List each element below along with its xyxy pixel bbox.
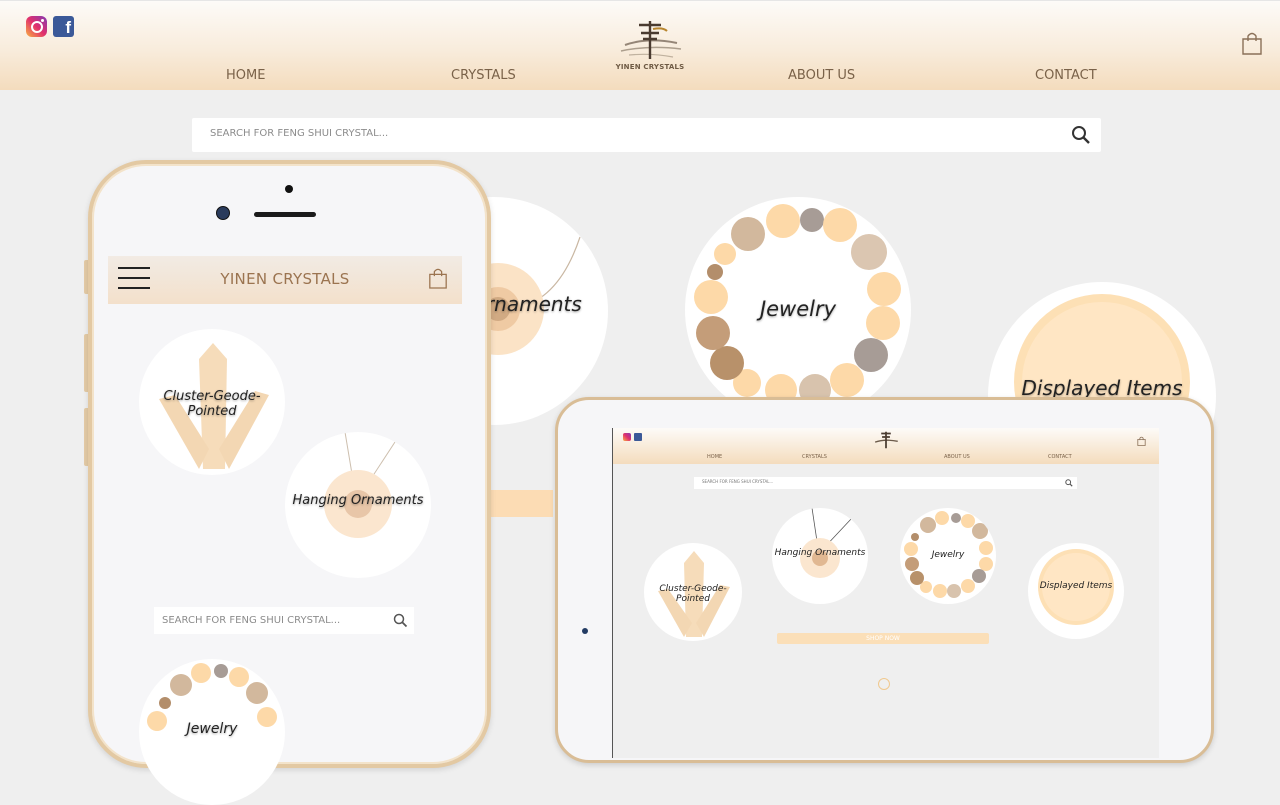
category-label: Jewelry [759,297,837,321]
tablet-mockup: HOME CRYSTALS ABOUT US CONTACT Cluster-G… [555,397,1214,763]
tablet-nav-crystals[interactable]: CRYSTALS [802,454,827,460]
nav-crystals[interactable]: CRYSTALS [451,68,516,83]
phone-mockup: YINEN CRYSTALS Cluster-Geode-Pointed Han… [88,160,491,805]
tablet-search-input[interactable] [700,478,1044,485]
tablet-screen: HOME CRYSTALS ABOUT US CONTACT Cluster-G… [612,428,1159,758]
phone-speaker [254,212,316,217]
category-label: Cluster-Geode-Pointed [659,584,727,604]
facebook-icon[interactable] [634,433,642,441]
logo-mark-icon [620,21,682,59]
cart-icon[interactable] [1241,31,1263,59]
tablet-nav-home[interactable]: HOME [707,454,722,460]
phone-sensor [285,185,293,193]
tablet-category-cluster[interactable]: Cluster-Geode-Pointed [644,543,742,641]
shop-now-button[interactable]: SHOP NOW [777,633,989,644]
mobile-search-bar [154,607,414,634]
tablet-nav-about-us[interactable]: ABOUT US [944,454,970,460]
search-icon[interactable] [393,613,408,632]
mobile-category-cluster[interactable]: Cluster-Geode-Pointed [139,329,285,475]
tablet-category-displayed-items[interactable]: Displayed Items [1028,543,1124,639]
search-icon[interactable] [1065,479,1073,487]
category-label: Hanging Ornaments [292,493,424,508]
tablet-category-hanging[interactable]: Hanging Ornaments [772,508,868,604]
nav-about-us[interactable]: ABOUT US [788,68,855,83]
scroll-down-icon[interactable] [878,678,890,690]
mobile-search-input[interactable] [160,614,384,627]
category-label: Hanging Ornaments [774,548,866,558]
category-label: Displayed Items [1039,581,1113,591]
search-bar [192,118,1101,152]
instagram-icon[interactable] [623,433,631,441]
mobile-category-jewelry[interactable]: Jewelry [139,659,285,805]
category-label: Jewelry [931,550,965,560]
tablet-category-jewelry[interactable]: Jewelry [900,508,996,604]
category-jewelry[interactable]: Jewelry [685,197,911,423]
cart-icon[interactable] [1137,436,1146,446]
displayed-items-image [1038,549,1114,625]
mobile-category-hanging[interactable]: Hanging Ornaments [285,432,431,578]
category-label: Cluster-Geode-Pointed [163,389,261,419]
tablet-site-header: HOME CRYSTALS ABOUT US CONTACT [613,428,1159,464]
social-links: f [26,16,74,37]
category-label: Jewelry [186,721,238,737]
cart-icon[interactable] [428,267,448,293]
site-header: f YINEN CRYSTALS HOME CRYSTALS ABOUT US … [0,0,1280,90]
instagram-icon[interactable] [26,16,47,37]
site-logo[interactable]: YINEN CRYSTALS [615,17,685,71]
search-input[interactable] [208,127,1032,140]
tablet-nav-contact[interactable]: CONTACT [1048,454,1072,460]
facebook-icon[interactable]: f [53,16,74,37]
nav-contact[interactable]: CONTACT [1035,68,1097,83]
nav-home[interactable]: HOME [226,68,265,83]
search-icon[interactable] [1071,125,1091,149]
mobile-title: YINEN CRYSTALS [220,270,350,288]
logo-text: YINEN CRYSTALS [615,63,685,71]
phone-camera [216,206,230,220]
shop-now-strip [483,490,553,517]
mobile-header: YINEN CRYSTALS [108,256,462,304]
tablet-camera [582,628,588,634]
tablet-search-bar [694,477,1077,489]
logo-mark-icon [874,431,898,449]
